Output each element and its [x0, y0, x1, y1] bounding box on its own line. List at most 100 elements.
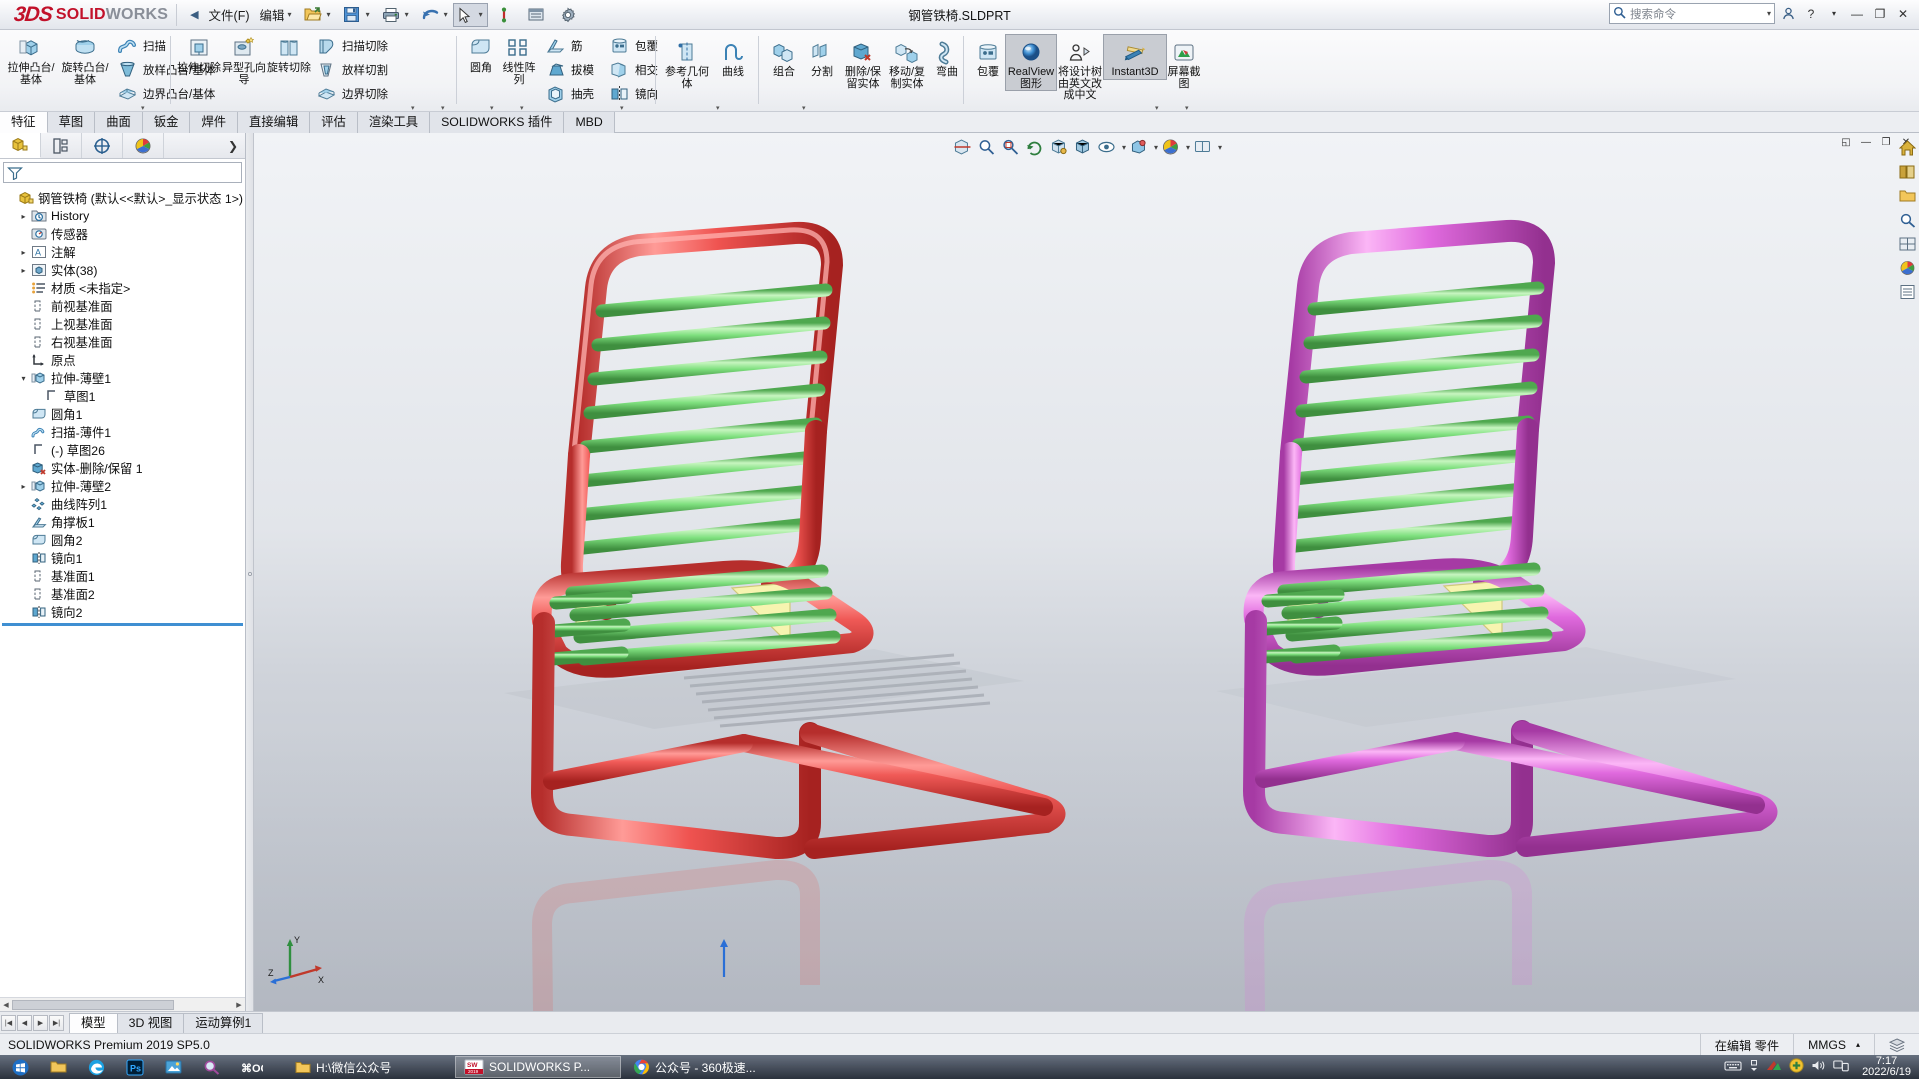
chevron-right-icon[interactable]: ▸ — [17, 482, 30, 491]
graphics-viewport[interactable]: ▾ ▾ ▾ ▾ ◱ — ❐ ✕ — [254, 133, 1919, 1011]
cmd-intersect[interactable]: 相交 — [604, 58, 662, 82]
print-button[interactable]: ▾ — [375, 2, 414, 28]
panel-horizontal-scrollbar[interactable]: ◀ ▶ — [0, 997, 245, 1011]
taskbar-start-button[interactable] — [3, 1056, 38, 1078]
tree-item-fillet1[interactable]: 圆角1 — [0, 405, 245, 423]
cmd-extruded-cut[interactable]: 拉伸切除 — [177, 31, 221, 75]
cmd-shell[interactable]: 抽壳 — [540, 82, 598, 106]
tree-item-extrude-thin1[interactable]: ▾ 拉伸-薄壁1 — [0, 369, 245, 387]
tree-item-sketch26[interactable]: (-) 草图26 — [0, 441, 245, 459]
view-orientation[interactable] — [1047, 136, 1070, 159]
panel-tab-property-manager[interactable] — [41, 133, 82, 158]
chevron-down-icon[interactable]: ▾ — [802, 104, 806, 112]
taskpane-design-library[interactable] — [1896, 161, 1918, 183]
cmd-translate-tree[interactable]: 将设计树由英文改成中文 — [1056, 35, 1104, 102]
chevron-down-icon[interactable]: ▾ — [1218, 143, 1222, 152]
tree-item-delete-keep-body1[interactable]: 实体-删除/保留 1 — [0, 459, 245, 477]
cmd-swept-cut[interactable]: 扫描切除 — [311, 34, 392, 58]
tab-sketch[interactable]: 草图 — [47, 112, 96, 133]
nav-last[interactable]: ▶| — [49, 1014, 64, 1031]
status-units[interactable]: MMGS ▴ — [1793, 1033, 1874, 1056]
taskbar-snipping[interactable] — [194, 1056, 229, 1078]
cmd-lofted-cut[interactable]: 放样切割 — [311, 58, 392, 82]
tree-item-sweep-thin1[interactable]: 扫描-薄件1 — [0, 423, 245, 441]
cmd-revolved-boss[interactable]: 旋转凸台/基体 — [58, 31, 112, 86]
taskpane-sw-resources[interactable] — [1896, 137, 1918, 159]
panel-splitter[interactable] — [246, 133, 254, 1011]
chevron-down-icon[interactable]: ▾ — [1824, 4, 1844, 24]
taskbar-browser[interactable] — [79, 1056, 114, 1078]
cmd-move-copy-body[interactable]: 移动/复制实体 — [885, 35, 929, 90]
select-arrow-button[interactable]: ▾ — [452, 2, 488, 27]
tab-weldments[interactable]: 焊件 — [190, 112, 239, 133]
cmd-flex[interactable]: 弯曲 — [929, 35, 965, 79]
doc-maximize[interactable]: ❐ — [1877, 134, 1895, 150]
tab-features[interactable]: 特征 — [0, 112, 48, 133]
tray-show-hidden[interactable] — [1749, 1059, 1759, 1075]
tray-network[interactable] — [1833, 1059, 1849, 1075]
tab-sw-addins[interactable]: SOLIDWORKS 插件 — [430, 112, 565, 133]
taskbar-file-explorer[interactable] — [41, 1056, 76, 1078]
chevron-down-icon[interactable]: ▾ — [1155, 104, 1159, 112]
splitter-handle[interactable] — [248, 572, 252, 576]
doc-minimize[interactable]: — — [1857, 134, 1875, 150]
view-tab-model[interactable]: 模型 — [69, 1012, 118, 1033]
search-command-box[interactable]: 搜索命令 ▾ — [1609, 3, 1775, 24]
cmd-wrap[interactable]: 包覆 — [604, 34, 662, 58]
close-button[interactable]: ✕ — [1893, 4, 1913, 24]
cmd-combine[interactable]: 组合 — [765, 35, 803, 79]
user-icon[interactable] — [1778, 4, 1798, 24]
cmd-instant3d[interactable]: Instant3D — [1103, 34, 1167, 80]
undo-button[interactable]: ▾ — [414, 2, 453, 28]
taskbar-gallery[interactable] — [156, 1056, 191, 1078]
chevron-down-icon[interactable]: ▾ — [490, 104, 494, 112]
cmd-revolved-cut[interactable]: 旋转切除 — [267, 31, 311, 75]
tree-item-material[interactable]: 材质 <未指定> — [0, 279, 245, 297]
tree-item-gusset1[interactable]: 角撑板1 — [0, 513, 245, 531]
tab-evaluate[interactable]: 评估 — [310, 112, 358, 133]
chevron-right-icon[interactable]: ▸ — [17, 266, 30, 275]
chevron-down-icon[interactable]: ▾ — [520, 104, 524, 112]
tray-ime[interactable] — [1724, 1059, 1742, 1075]
chevron-right-icon[interactable]: ▸ — [17, 248, 30, 257]
scroll-left-arrow[interactable]: ◀ — [0, 999, 12, 1011]
cmd-wrap-2[interactable]: 包覆 — [970, 35, 1006, 79]
panel-tab-display-manager[interactable] — [123, 133, 164, 158]
maximize-button[interactable]: ❐ — [1870, 4, 1890, 24]
cmd-realview[interactable]: RealView 图形 — [1005, 34, 1057, 91]
taskbar-aoc[interactable]: ⌘OC — [232, 1056, 272, 1078]
tab-mbd[interactable]: MBD — [564, 112, 615, 133]
open-button[interactable]: ▾ — [297, 2, 336, 28]
taskbar-clock[interactable]: 7:17 2022/6/19 — [1856, 1055, 1911, 1079]
cmd-delete-keep-body[interactable]: 删除/保留实体 — [841, 35, 885, 90]
chevron-right-icon[interactable]: ▸ — [17, 212, 30, 221]
view-section[interactable] — [951, 136, 974, 159]
menu-file[interactable]: 文件(F) — [204, 2, 255, 28]
view-appearance[interactable] — [1127, 136, 1150, 159]
chevron-down-icon[interactable]: ▾ — [441, 104, 445, 112]
tree-filter-input[interactable] — [3, 162, 242, 183]
display-button[interactable] — [520, 2, 552, 28]
tree-item-mirror2[interactable]: 镜向2 — [0, 603, 245, 621]
taskpane-search[interactable] — [1896, 209, 1918, 231]
menu-collapse-button[interactable]: ◀ — [185, 2, 203, 28]
chevron-down-icon[interactable]: ▾ — [620, 104, 624, 112]
nav-first[interactable]: |◀ — [1, 1014, 16, 1031]
chevron-down-icon[interactable]: ▾ — [1154, 143, 1158, 152]
cmd-boundary-cut[interactable]: 边界切除 — [311, 82, 392, 106]
view-tab-3d-views[interactable]: 3D 视图 — [116, 1012, 185, 1033]
cmd-mirror[interactable]: 镜向 — [604, 82, 662, 106]
tree-item-mirror1[interactable]: 镜向1 — [0, 549, 245, 567]
view-previous[interactable] — [1023, 136, 1046, 159]
view-display-style[interactable] — [1071, 136, 1094, 159]
chevron-down-icon[interactable]: ▾ — [1186, 143, 1190, 152]
taskbar-window-folder[interactable]: H:\微信公众号 — [286, 1056, 452, 1078]
tab-sheet-metal[interactable]: 钣金 — [142, 112, 191, 133]
options-button[interactable] — [552, 2, 584, 28]
tray-graphics[interactable] — [1766, 1059, 1782, 1075]
panel-tab-configuration-manager[interactable] — [82, 133, 123, 158]
view-scene[interactable] — [1159, 136, 1182, 159]
help-icon[interactable]: ? — [1801, 4, 1821, 24]
tree-item-origin[interactable]: 原点 — [0, 351, 245, 369]
taskbar-window-chrome[interactable]: 公众号 - 360极速... — [624, 1056, 790, 1078]
